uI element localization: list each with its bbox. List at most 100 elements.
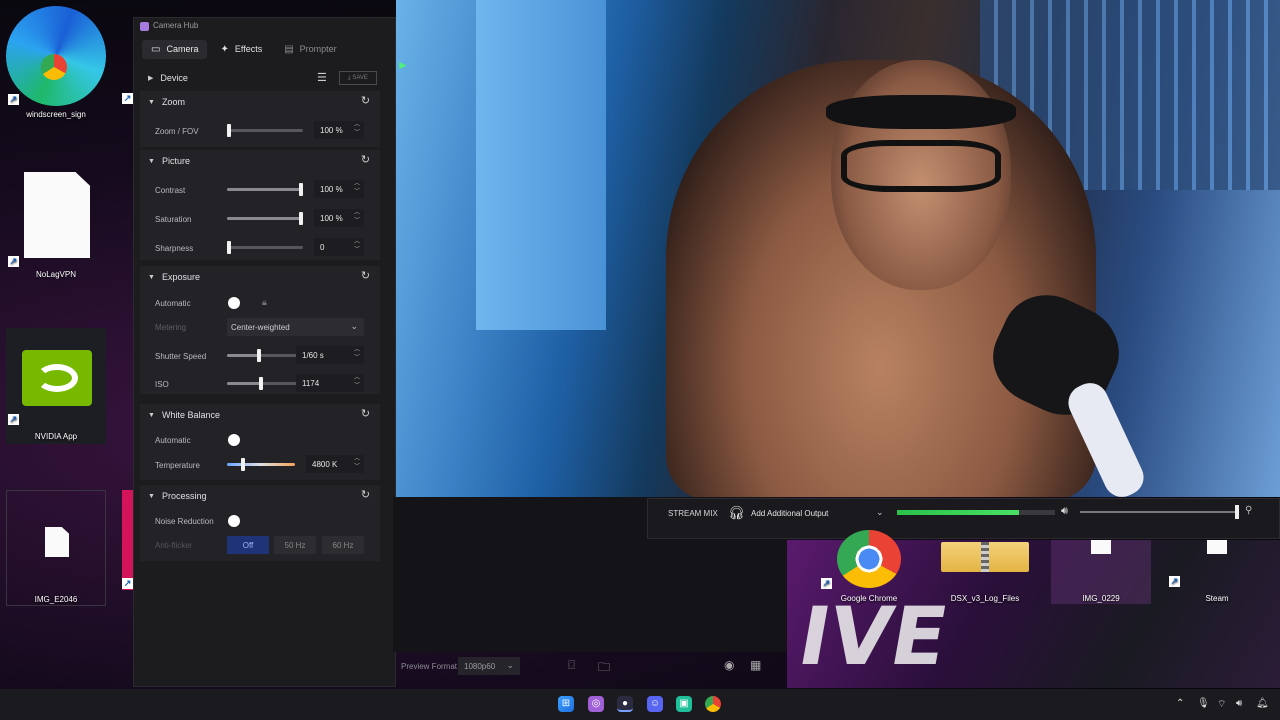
anti-flicker-50hz[interactable]: 50 Hz — [274, 536, 316, 554]
section-header[interactable]: ▼ Processing ↻ — [140, 485, 380, 507]
stepper-icon[interactable]: ︿ ﹀ — [352, 455, 362, 471]
shortcut-arrow-icon: ↗ — [1169, 576, 1180, 587]
zoom-fov-slider[interactable] — [227, 124, 303, 137]
contrast-slider[interactable] — [227, 183, 303, 196]
save-button[interactable]: ⤓ SAVE — [339, 71, 377, 85]
tab-camera[interactable]: ▭ Camera — [142, 39, 208, 59]
magic-wand-icon: ✦ — [220, 43, 229, 55]
reset-icon[interactable]: ↻ — [359, 154, 372, 167]
shortcut-arrow-icon: ↗ — [8, 94, 19, 105]
reset-icon[interactable]: ↻ — [359, 95, 372, 108]
temperature-row: Temperature 4800 K ︿ ﹀ — [140, 454, 380, 476]
nvidia-icon — [22, 350, 92, 406]
stepper-icon[interactable]: ︿ ﹀ — [352, 180, 362, 196]
stream-deck-taskbar-icon[interactable]: ▣ — [676, 696, 692, 712]
exposure-automatic-toggle[interactable] — [228, 297, 240, 309]
iso-slider[interactable] — [227, 377, 303, 390]
taskbar: ⊞ ◎ ● ☺ ▣ ⌃ 🎙︎ 🔊︎ ⌔ 🔔︎ — [0, 689, 1280, 720]
slider-handle[interactable] — [1234, 505, 1239, 519]
slider-handle[interactable] — [259, 377, 263, 390]
anti-flicker-60hz[interactable]: 60 Hz — [322, 536, 364, 554]
desktop-icon-label: windscreen_sign — [26, 110, 86, 119]
slider-handle[interactable] — [257, 349, 261, 362]
slider-handle[interactable] — [299, 183, 303, 196]
saturation-slider[interactable] — [227, 212, 303, 225]
section-header[interactable]: ▼ Picture ↻ — [140, 150, 380, 172]
windows-start-icon[interactable]: ⊞ — [558, 696, 574, 712]
volume-icon[interactable]: 🔊︎ — [1236, 698, 1242, 709]
desktop-icon-label: NoLagVPN — [35, 270, 77, 279]
pin-icon[interactable]: ⚲ — [1245, 505, 1252, 516]
desktop-icon-dsx-logs[interactable]: DSX_v3_Log_Files — [935, 540, 1035, 604]
tab-prompter[interactable]: ▤ Prompter — [275, 40, 345, 59]
chevron-up-icon[interactable]: ⌃ — [1176, 698, 1184, 709]
noise-reduction-toggle[interactable] — [228, 515, 240, 527]
desktop-icon-steam[interactable]: ↗ Steam — [1167, 540, 1267, 604]
row-label: Zoom / FOV — [155, 127, 199, 136]
chrome-overlay-icon — [41, 54, 67, 80]
slider-handle[interactable] — [227, 241, 231, 254]
desktop-icon-nolagvpn[interactable]: ↗ NoLagVPN — [6, 172, 106, 282]
microphone-icon[interactable]: 🎙︎ — [1197, 698, 1210, 709]
stepper-icon[interactable]: ︿ ﹀ — [352, 209, 362, 225]
stream-mix-label: STREAM MIX — [668, 509, 718, 518]
speaker-icon[interactable]: 🔊︎ — [1061, 505, 1068, 518]
reset-icon[interactable]: ↻ — [359, 270, 372, 283]
shortcut-arrow-icon: ↗ — [8, 414, 19, 425]
section-header[interactable]: ▼ Zoom ↻ — [140, 91, 380, 113]
audio-level-meter — [897, 510, 1055, 515]
wifi-icon[interactable]: ⌔ — [1217, 698, 1226, 711]
tab-effects[interactable]: ✦ Effects — [211, 40, 271, 59]
notification-icon[interactable]: 🔔︎ — [1256, 698, 1269, 709]
chrome-icon — [837, 530, 901, 588]
anti-flicker-off[interactable]: Off — [227, 536, 269, 554]
chevron-down-icon[interactable]: ⌄ — [876, 507, 884, 518]
metering-dropdown[interactable]: Center-weighted ⌄ — [227, 318, 364, 336]
shutter-speed-slider[interactable] — [227, 349, 303, 362]
reset-icon[interactable]: ↻ — [359, 408, 372, 421]
section-title: Picture — [161, 156, 190, 166]
row-label: Sharpness — [155, 244, 194, 253]
desktop-icon-img-0229[interactable]: IMG_0229 — [1051, 540, 1151, 604]
reset-icon[interactable]: ↻ — [359, 489, 372, 502]
volume-slider[interactable] — [1080, 505, 1239, 519]
section-header[interactable]: ▼ White Balance ↻ — [140, 404, 380, 426]
slider-handle[interactable] — [241, 458, 245, 471]
desktop-icon-label: IMG_E2046 — [34, 595, 78, 604]
wb-automatic-row: Automatic — [140, 429, 380, 451]
glasses — [841, 140, 1001, 192]
slider-handle[interactable] — [299, 212, 303, 225]
chrome-taskbar-icon[interactable] — [705, 696, 721, 712]
headband — [826, 95, 1016, 129]
pink-strip — [122, 490, 133, 590]
camera-hub-taskbar-icon[interactable]: ◎ — [588, 696, 604, 712]
section-white-balance: ▼ White Balance ↻ Automatic Temperature … — [140, 404, 380, 480]
grid-icon[interactable]: ▦ — [750, 658, 761, 672]
wb-automatic-toggle[interactable] — [228, 434, 240, 446]
eye-icon[interactable]: ◉ — [724, 658, 734, 672]
folder-icon[interactable]: 🗀︎ — [598, 658, 610, 679]
iso-row: ISO 1174 ︿ ﹀ — [140, 373, 380, 395]
stepper-icon[interactable]: ︿ ﹀ — [352, 374, 362, 390]
desktop-icon-label: NVIDIA App — [34, 432, 78, 441]
screenshot-icon[interactable]: ⌼ — [568, 658, 575, 673]
section-header[interactable]: ▼ Exposure ↻ — [140, 266, 380, 288]
obs-taskbar-icon[interactable]: ● — [617, 696, 633, 712]
window-titlebar[interactable]: Camera Hub — [134, 18, 395, 36]
camera-hub-window: Camera Hub ▭ Camera ✦ Effects ▤ Prompter… — [133, 17, 396, 687]
menu-icon[interactable]: ☰ — [317, 71, 327, 84]
temperature-slider[interactable] — [227, 458, 295, 471]
sharpness-slider[interactable] — [227, 241, 303, 254]
slider-handle[interactable] — [227, 124, 231, 137]
desktop-icon-chrome[interactable]: ↗ Google Chrome — [819, 530, 919, 604]
desktop-icon-img-e2046[interactable]: IMG_E2046 — [6, 490, 106, 606]
discord-taskbar-icon[interactable]: ☺ — [647, 696, 663, 712]
desktop-icon-edge[interactable]: ↗ windscreen_sign — [6, 6, 106, 122]
stepper-icon[interactable]: ︿ ﹀ — [352, 346, 362, 362]
stepper-icon[interactable]: ︿ ﹀ — [352, 121, 362, 137]
desktop-icon-nvidia[interactable]: ↗ NVIDIA App — [6, 328, 106, 444]
preview-format-dropdown[interactable]: 1080p60 ⌄ — [458, 657, 520, 675]
stepper-icon[interactable]: ︿ ﹀ — [352, 238, 362, 254]
add-output-dropdown[interactable]: Add Additional Output — [751, 509, 828, 518]
desktop-icon-label: Google Chrome — [840, 594, 898, 603]
